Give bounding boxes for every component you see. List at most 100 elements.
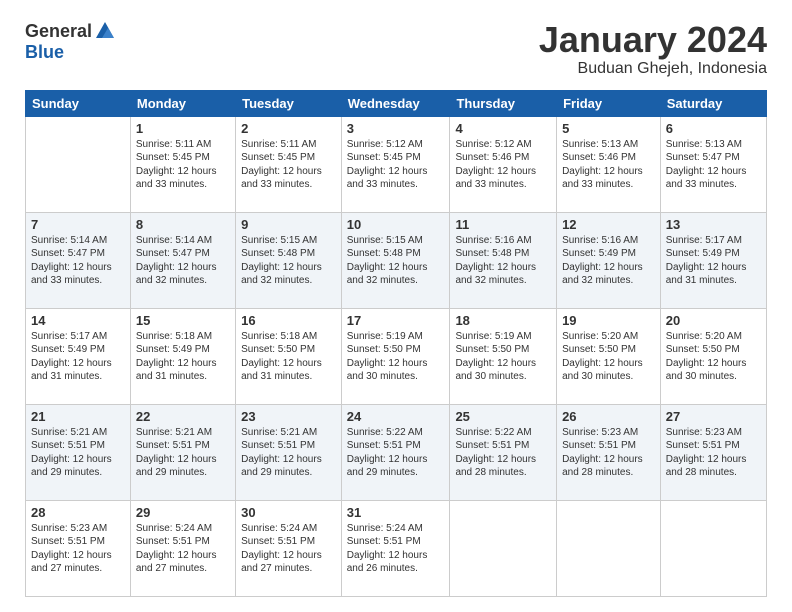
table-row: 18Sunrise: 5:19 AM Sunset: 5:50 PM Dayli…: [450, 308, 557, 404]
day-info: Sunrise: 5:24 AM Sunset: 5:51 PM Dayligh…: [136, 522, 230, 576]
col-monday: Monday: [130, 90, 235, 116]
table-row: 14 Sunrise: 5:17 AM Sunset: 5:49 PM Dayli…: [26, 308, 131, 404]
day-info: Sunrise: 5:21 AM Sunset: 5:51 PM Dayligh…: [136, 426, 230, 480]
table-row: 11 Sunrise: 5:16 AM Sunset: 5:48 PM Dayli…: [450, 212, 557, 308]
day-info: Sunrise: 5:20 AM Sunset: 5:50 PM Dayligh…: [666, 330, 761, 384]
day-number: 1: [136, 121, 230, 136]
day-info: Sunrise: 5:24 AM Sunset: 5:51 PM Dayligh…: [241, 522, 336, 576]
day-number: 22: [136, 409, 230, 424]
day-number: 12: [562, 217, 655, 232]
col-tuesday: Tuesday: [236, 90, 342, 116]
title-area: January 2024 Buduan Ghejeh, Indonesia: [539, 20, 767, 78]
day-number: 29: [136, 505, 230, 520]
day-number: 28: [31, 505, 125, 520]
table-row: 15 Sunrise: 5:18 AM Sunset: 5:49 PM Dayli…: [130, 308, 235, 404]
day-number: 5: [562, 121, 655, 136]
day-info: Sunrise: 5:24 AM Sunset: 5:51 PM Dayligh…: [347, 522, 445, 576]
col-wednesday: Wednesday: [341, 90, 450, 116]
day-number: 11: [455, 217, 551, 232]
table-row: 17 Sunrise: 5:19 AM Sunset: 5:50 PM Dayli…: [341, 308, 450, 404]
day-info: Sunrise: 5:12 AM Sunset: 5:45 PM Dayligh…: [347, 138, 445, 192]
logo: General Blue: [25, 20, 116, 63]
day-number: 16: [241, 313, 336, 328]
table-row: 12 Sunrise: 5:16 AM Sunset: 5:49 PM Dayli…: [557, 212, 661, 308]
day-number: 26: [562, 409, 655, 424]
col-friday: Friday: [557, 90, 661, 116]
table-row: 4 Sunrise: 5:12 AM Sunset: 5:46 PM Daylig…: [450, 116, 557, 212]
calendar-table: Sunday Monday Tuesday Wednesday Thursday…: [25, 90, 767, 597]
table-row: 20 Sunrise: 5:20 AM Sunset: 5:50 PM Dayli…: [660, 308, 766, 404]
day-number: 13: [666, 217, 761, 232]
table-row: 24 Sunrise: 5:22 AM Sunset: 5:51 PM Dayli…: [341, 404, 450, 500]
day-number: 7: [31, 217, 125, 232]
day-number: 14: [31, 313, 125, 328]
day-number: 31: [347, 505, 445, 520]
table-row: 27Sunrise: 5:23 AM Sunset: 5:51 PM Dayli…: [660, 404, 766, 500]
table-row: 3Sunrise: 5:12 AM Sunset: 5:45 PM Daylig…: [341, 116, 450, 212]
day-info: Sunrise: 5:13 AM Sunset: 5:47 PM Dayligh…: [666, 138, 761, 192]
table-row: [450, 500, 557, 596]
table-row: 30 Sunrise: 5:24 AM Sunset: 5:51 PM Dayli…: [236, 500, 342, 596]
day-number: 15: [136, 313, 230, 328]
day-number: 6: [666, 121, 761, 136]
page: General Blue January 2024 Buduan Ghejeh,…: [0, 0, 792, 612]
day-number: 2: [241, 121, 336, 136]
day-info: Sunrise: 5:22 AM Sunset: 5:51 PM Dayligh…: [455, 426, 551, 480]
day-number: 25: [455, 409, 551, 424]
day-info: Sunrise: 5:14 AM Sunset: 5:47 PM Dayligh…: [31, 234, 125, 288]
col-saturday: Saturday: [660, 90, 766, 116]
day-info: Sunrise: 5:18 AM Sunset: 5:49 PM Dayligh…: [136, 330, 230, 384]
logo-icon: [94, 20, 116, 42]
table-row: 13 Sunrise: 5:17 AM Sunset: 5:49 PM Dayli…: [660, 212, 766, 308]
day-number: 4: [455, 121, 551, 136]
day-number: 8: [136, 217, 230, 232]
table-row: 26 Sunrise: 5:23 AM Sunset: 5:51 PM Dayli…: [557, 404, 661, 500]
table-row: 6 Sunrise: 5:13 AM Sunset: 5:47 PM Daylig…: [660, 116, 766, 212]
day-number: 17: [347, 313, 445, 328]
header: General Blue January 2024 Buduan Ghejeh,…: [25, 20, 767, 78]
day-number: 30: [241, 505, 336, 520]
day-info: Sunrise: 5:23 AM Sunset: 5:51 PM Dayligh…: [31, 522, 125, 576]
day-info: Sunrise: 5:16 AM Sunset: 5:49 PM Dayligh…: [562, 234, 655, 288]
logo-general-text: General: [25, 21, 92, 42]
table-row: 31 Sunrise: 5:24 AM Sunset: 5:51 PM Dayli…: [341, 500, 450, 596]
day-number: 20: [666, 313, 761, 328]
table-row: 7 Sunrise: 5:14 AM Sunset: 5:47 PM Daylig…: [26, 212, 131, 308]
day-info: Sunrise: 5:23 AM Sunset: 5:51 PM Dayligh…: [562, 426, 655, 480]
table-row: [557, 500, 661, 596]
table-row: 5 Sunrise: 5:13 AM Sunset: 5:46 PM Daylig…: [557, 116, 661, 212]
day-number: 10: [347, 217, 445, 232]
table-row: 9 Sunrise: 5:15 AM Sunset: 5:48 PM Daylig…: [236, 212, 342, 308]
day-info: Sunrise: 5:22 AM Sunset: 5:51 PM Dayligh…: [347, 426, 445, 480]
logo-blue-text: Blue: [25, 42, 64, 63]
table-row: 1Sunrise: 5:11 AM Sunset: 5:45 PM Daylig…: [130, 116, 235, 212]
day-number: 23: [241, 409, 336, 424]
day-info: Sunrise: 5:13 AM Sunset: 5:46 PM Dayligh…: [562, 138, 655, 192]
table-row: 28 Sunrise: 5:23 AM Sunset: 5:51 PM Dayli…: [26, 500, 131, 596]
day-number: 21: [31, 409, 125, 424]
day-number: 9: [241, 217, 336, 232]
day-info: Sunrise: 5:14 AM Sunset: 5:47 PM Dayligh…: [136, 234, 230, 288]
day-info: Sunrise: 5:23 AM Sunset: 5:51 PM Dayligh…: [666, 426, 761, 480]
header-row: Sunday Monday Tuesday Wednesday Thursday…: [26, 90, 767, 116]
day-info: Sunrise: 5:19 AM Sunset: 5:50 PM Dayligh…: [455, 330, 551, 384]
day-info: Sunrise: 5:17 AM Sunset: 5:49 PM Dayligh…: [31, 330, 125, 384]
table-row: 8 Sunrise: 5:14 AM Sunset: 5:47 PM Daylig…: [130, 212, 235, 308]
day-info: Sunrise: 5:18 AM Sunset: 5:50 PM Dayligh…: [241, 330, 336, 384]
subtitle: Buduan Ghejeh, Indonesia: [539, 60, 767, 78]
month-title: January 2024: [539, 20, 767, 60]
table-row: 29 Sunrise: 5:24 AM Sunset: 5:51 PM Dayli…: [130, 500, 235, 596]
day-info: Sunrise: 5:19 AM Sunset: 5:50 PM Dayligh…: [347, 330, 445, 384]
table-row: 2Sunrise: 5:11 AM Sunset: 5:45 PM Daylig…: [236, 116, 342, 212]
day-info: Sunrise: 5:21 AM Sunset: 5:51 PM Dayligh…: [31, 426, 125, 480]
day-info: Sunrise: 5:16 AM Sunset: 5:48 PM Dayligh…: [455, 234, 551, 288]
table-row: 23 Sunrise: 5:21 AM Sunset: 5:51 PM Dayli…: [236, 404, 342, 500]
day-number: 19: [562, 313, 655, 328]
day-info: Sunrise: 5:12 AM Sunset: 5:46 PM Dayligh…: [455, 138, 551, 192]
table-row: 21 Sunrise: 5:21 AM Sunset: 5:51 PM Dayli…: [26, 404, 131, 500]
day-info: Sunrise: 5:17 AM Sunset: 5:49 PM Dayligh…: [666, 234, 761, 288]
table-row: 22 Sunrise: 5:21 AM Sunset: 5:51 PM Dayli…: [130, 404, 235, 500]
day-info: Sunrise: 5:15 AM Sunset: 5:48 PM Dayligh…: [241, 234, 336, 288]
day-info: Sunrise: 5:21 AM Sunset: 5:51 PM Dayligh…: [241, 426, 336, 480]
day-number: 24: [347, 409, 445, 424]
